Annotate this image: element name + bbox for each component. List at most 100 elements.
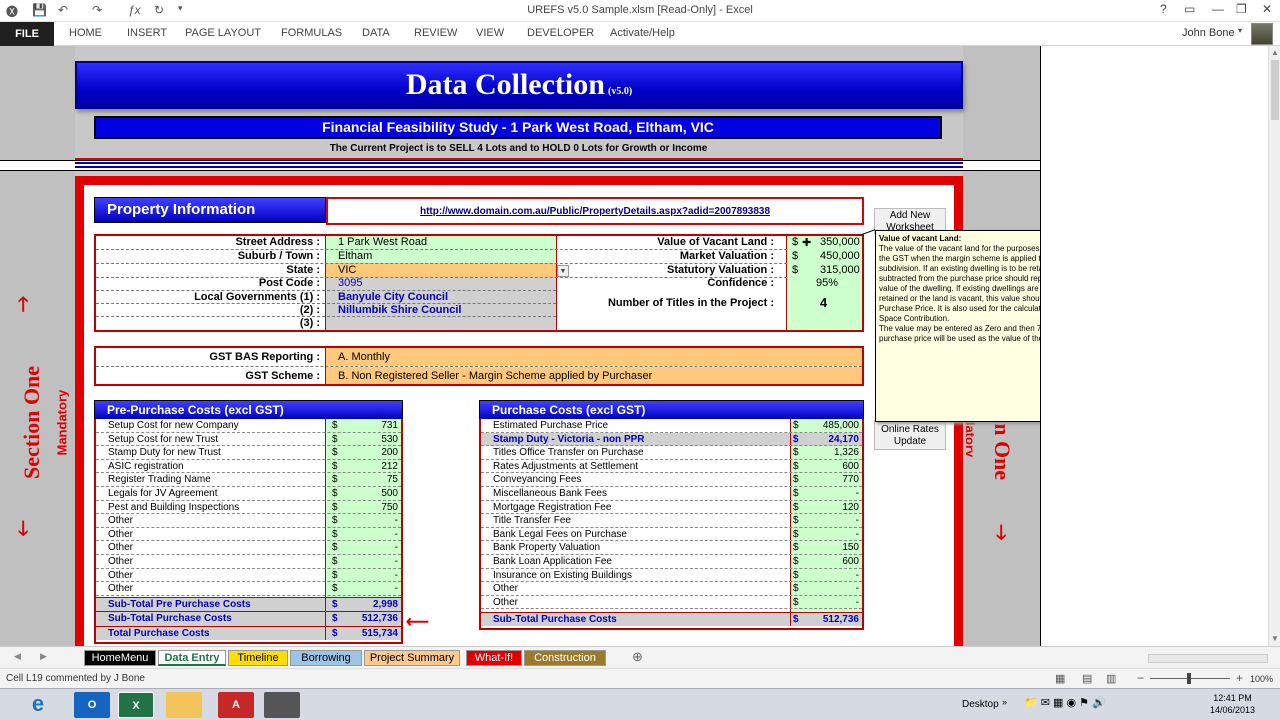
street-address-cell[interactable]: 1 Park West Road xyxy=(338,236,427,248)
cost-item-name: Title Transfer Fee xyxy=(493,515,571,527)
add-sheet-icon[interactable]: ⊕ xyxy=(632,649,643,665)
split-pane-right[interactable] xyxy=(1040,46,1268,646)
sheet-tab-data-entry[interactable]: Data Entry xyxy=(158,650,226,666)
online-rates-update-button[interactable]: Online Rates Update xyxy=(874,420,946,450)
cost-amount-cell[interactable]: - xyxy=(336,582,398,595)
section-one-label-left: Section One xyxy=(19,365,44,479)
cost-amount-cell[interactable]: 770 xyxy=(797,473,859,486)
sheet-tab-borrowing[interactable]: Borrowing xyxy=(290,650,362,666)
zoom-slider-knob[interactable] xyxy=(1187,673,1191,684)
zoom-level[interactable]: 100% xyxy=(1250,674,1273,684)
tab-formulas[interactable]: FORMULAS xyxy=(281,27,342,39)
cost-amount-cell[interactable]: - xyxy=(336,514,398,527)
tab-scroll-left-icon[interactable]: ◀ xyxy=(14,651,21,662)
cost-amount-cell[interactable]: 75 xyxy=(336,473,398,486)
scroll-down-icon[interactable]: ▼ xyxy=(1271,634,1279,643)
suburb-cell[interactable]: Eltham xyxy=(338,250,372,262)
tab-insert[interactable]: INSERT xyxy=(127,27,167,39)
tab-activate-help[interactable]: Activate/Help xyxy=(610,27,675,39)
page-break-view-icon[interactable]: ▥ xyxy=(1106,672,1116,685)
number-of-titles-cell[interactable]: 4 xyxy=(820,295,827,310)
gst-bas-cell[interactable]: A. Monthly xyxy=(338,351,390,363)
postcode-cell[interactable]: 3095 xyxy=(338,277,362,289)
internet-explorer-icon[interactable]: e xyxy=(20,692,56,718)
horizontal-scrollbar[interactable] xyxy=(1148,654,1268,663)
cost-amount-cell[interactable]: 500 xyxy=(336,487,398,500)
tab-review[interactable]: REVIEW xyxy=(414,27,457,39)
file-tab[interactable]: FILE xyxy=(0,22,54,46)
worksheet[interactable]: Data Collection (v5.0) Financial Feasibi… xyxy=(0,46,1040,646)
cost-amount-cell[interactable]: 530 xyxy=(336,433,398,446)
normal-view-icon[interactable]: ▦ xyxy=(1055,672,1065,685)
excel-taskbar-icon[interactable]: X xyxy=(118,692,154,718)
currency-symbol: $ xyxy=(792,236,799,248)
cost-amount-cell[interactable]: - xyxy=(797,514,859,527)
cost-amount-cell[interactable]: - xyxy=(336,541,398,554)
avatar[interactable] xyxy=(1251,23,1273,45)
state-cell[interactable]: VIC xyxy=(338,264,356,276)
cost-amount-cell[interactable]: 200 xyxy=(336,446,398,459)
page-layout-view-icon[interactable]: ▤ xyxy=(1082,672,1092,685)
state-dropdown-icon[interactable]: ▼ xyxy=(557,265,569,277)
cost-amount-cell[interactable]: - xyxy=(797,582,859,595)
tab-home[interactable]: HOME xyxy=(69,27,102,39)
ribbon-display-icon[interactable]: ▭ xyxy=(1184,2,1195,16)
sheet-tab-construction[interactable]: Construction xyxy=(524,650,606,666)
vacant-land-cell[interactable]: 350,000 xyxy=(820,236,860,248)
restore-icon[interactable]: ❐ xyxy=(1236,2,1247,16)
scroll-thumb[interactable] xyxy=(1271,60,1279,120)
status-bar: Cell L19 commented by J Bone ▦ ▤ ▥ − + 1… xyxy=(0,668,1280,688)
cost-amount-cell[interactable]: 485,000 xyxy=(797,419,859,432)
acrobat-icon[interactable]: A xyxy=(218,692,254,718)
cost-amount-cell[interactable]: - xyxy=(336,528,398,541)
tab-data[interactable]: DATA xyxy=(362,27,390,39)
user-dropdown-icon[interactable]: ▾ xyxy=(1238,26,1242,35)
sheet-tab-timeline[interactable]: Timeline xyxy=(228,650,288,666)
cost-amount-cell[interactable]: - xyxy=(336,555,398,568)
sheet-tab-what-if[interactable]: What-If! xyxy=(466,650,522,666)
help-icon[interactable]: ? xyxy=(1160,2,1167,16)
cost-amount-cell[interactable]: 731 xyxy=(336,419,398,432)
tab-page-layout[interactable]: PAGE LAYOUT xyxy=(185,27,261,39)
tray-chevron-icon[interactable]: » xyxy=(1002,697,1007,707)
property-url-link[interactable]: http://www.domain.com.au/Public/Property… xyxy=(420,206,770,217)
cost-amount-cell[interactable]: 120 xyxy=(797,501,859,514)
cost-amount-cell[interactable]: 150 xyxy=(797,541,859,554)
close-icon[interactable]: ✕ xyxy=(1262,2,1272,16)
vertical-scrollbar[interactable]: ▲ ▼ xyxy=(1268,46,1280,646)
remote-desktop-icon[interactable] xyxy=(264,692,300,718)
cost-amount-cell[interactable]: 1,326 xyxy=(797,446,859,459)
scroll-up-icon[interactable]: ▲ xyxy=(1271,48,1279,57)
market-valuation-cell[interactable]: 450,000 xyxy=(820,250,860,262)
tray-icons[interactable]: 📁 ✉ ▦ ◉ ⚑ 🔊 xyxy=(1024,696,1106,709)
taskbar-clock[interactable]: 12:41 PM 14/06/2013 xyxy=(1210,692,1255,716)
user-name[interactable]: John Bone xyxy=(1182,27,1235,39)
tab-scroll-right-icon[interactable]: ▶ xyxy=(40,651,47,662)
local-government-2-cell[interactable]: Nillumbik Shire Council xyxy=(338,304,461,316)
tab-developer[interactable]: DEVELOPER xyxy=(527,27,594,39)
desktop-label[interactable]: Desktop xyxy=(962,699,999,710)
local-government-1-cell[interactable]: Banyule City Council xyxy=(338,291,448,303)
cost-amount-cell[interactable]: - xyxy=(797,596,859,609)
minimize-icon[interactable]: — xyxy=(1212,2,1224,16)
outlook-icon[interactable]: O xyxy=(74,692,110,718)
tab-view[interactable]: VIEW xyxy=(476,27,504,39)
cost-amount-cell[interactable]: 750 xyxy=(336,501,398,514)
zoom-out-icon[interactable]: − xyxy=(1137,671,1144,685)
total-row: Sub-Total Pre Purchase Costs $2,998 xyxy=(96,597,401,611)
cost-amount-cell[interactable]: 600 xyxy=(797,460,859,473)
sheet-tab-homemenu[interactable]: HomeMenu xyxy=(84,650,156,666)
cost-amount-cell[interactable]: - xyxy=(336,569,398,582)
cost-amount-cell[interactable]: 600 xyxy=(797,555,859,568)
cost-amount-cell[interactable]: - xyxy=(797,487,859,500)
confidence-cell[interactable]: 95% xyxy=(816,277,838,289)
cost-amount-cell[interactable]: - xyxy=(797,569,859,582)
sheet-tab-project-summary[interactable]: Project Summary xyxy=(364,650,460,666)
statutory-valuation-cell[interactable]: 315,000 xyxy=(820,264,860,276)
cost-amount-cell[interactable]: 24,170 xyxy=(797,433,859,446)
gst-scheme-cell[interactable]: B. Non Registered Seller - Margin Scheme… xyxy=(338,370,652,382)
file-explorer-icon[interactable] xyxy=(166,692,202,718)
cost-amount-cell[interactable]: 212 xyxy=(336,460,398,473)
cost-amount-cell[interactable]: - xyxy=(797,528,859,541)
zoom-in-icon[interactable]: + xyxy=(1236,671,1243,685)
